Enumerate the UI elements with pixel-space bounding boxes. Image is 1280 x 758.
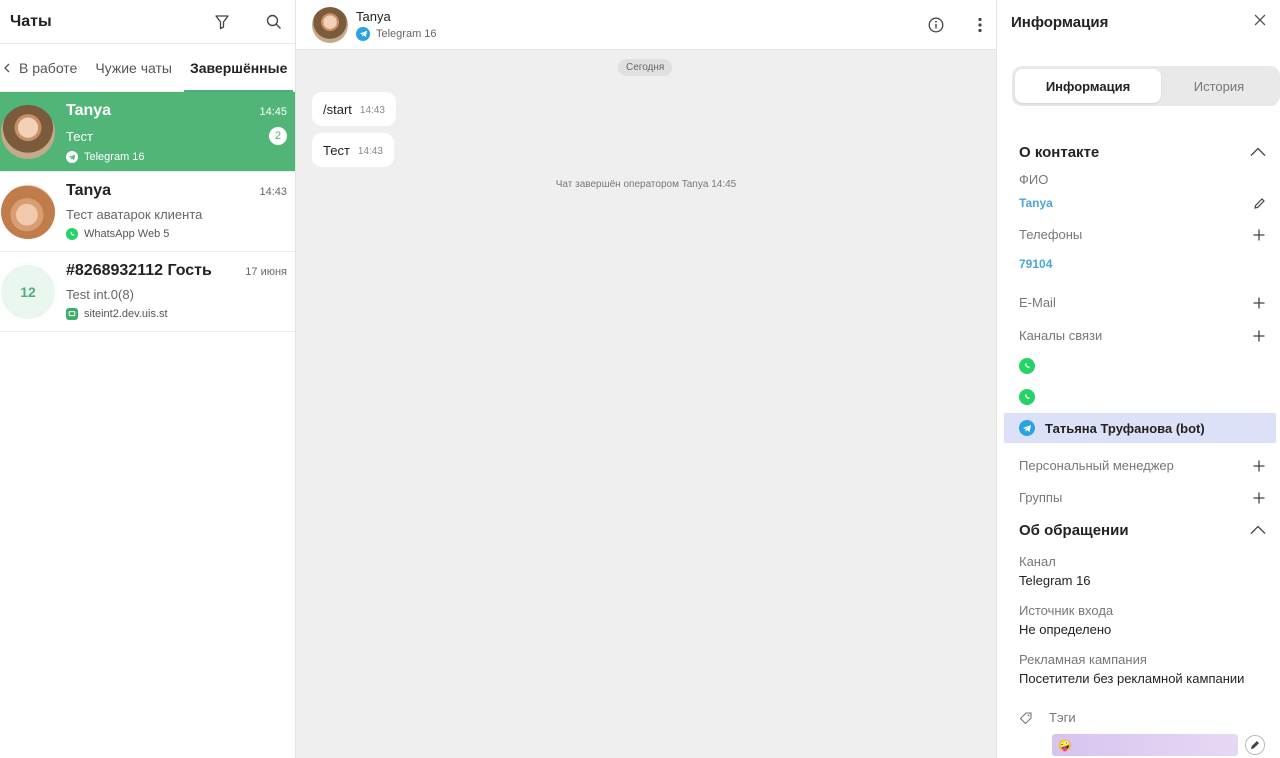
- tab-finished[interactable]: Завершённые: [181, 44, 296, 92]
- tag-chip[interactable]: 🤪: [1052, 734, 1238, 756]
- groups-label: Группы: [1019, 490, 1063, 505]
- chat-preview: Тест: [66, 128, 93, 144]
- chats-title: Чаты: [10, 12, 52, 30]
- chat-preview: Тест аватарок клиента: [66, 207, 203, 222]
- chevron-up-icon[interactable]: [1250, 144, 1266, 161]
- fio-row: Tanya: [1019, 196, 1266, 210]
- tag-icon: [1019, 711, 1033, 725]
- more-vertical-icon[interactable]: [978, 17, 982, 33]
- tab-history[interactable]: История: [1161, 69, 1277, 103]
- message-time: 14:43: [359, 105, 385, 116]
- add-group-plus-icon[interactable]: [1252, 491, 1266, 505]
- avatar: [1, 105, 55, 159]
- info-header: Информация: [997, 0, 1280, 44]
- section-title: О контакте: [1019, 144, 1100, 161]
- conversation-header: Tanya Telegram 16: [296, 0, 996, 50]
- avatar: 12: [1, 265, 55, 319]
- channel-item[interactable]: Татьяна Труфанова (bot): [1004, 413, 1276, 443]
- add-email-plus-icon[interactable]: [1252, 296, 1266, 310]
- campaign-value: Посетители без рекламной кампании: [1019, 671, 1245, 686]
- section-about-request[interactable]: Об обращении: [1019, 522, 1266, 539]
- phones-row: Телефоны: [1019, 227, 1266, 242]
- campaign-label: Рекламная кампания: [1019, 652, 1147, 667]
- contact-channel: Telegram 16: [376, 27, 437, 40]
- chat-preview: Test int.0(8): [66, 287, 134, 302]
- whatsapp-icon: [1019, 389, 1035, 405]
- fio-value[interactable]: Tanya: [1019, 196, 1053, 210]
- telegram-icon: [356, 26, 370, 41]
- contact-name: Tanya: [356, 8, 391, 24]
- avatar[interactable]: [312, 6, 348, 43]
- pencil-icon[interactable]: [1245, 735, 1265, 755]
- info-title: Информация: [1011, 13, 1109, 31]
- chat-time: 17 июня: [245, 266, 287, 278]
- telegram-icon: [1019, 420, 1035, 436]
- tags-row: Тэги: [1019, 710, 1266, 725]
- chat-time: 14:43: [259, 186, 287, 198]
- chat-list-item[interactable]: 12 #8268932112 Гость 17 июня Test int.0(…: [0, 252, 295, 332]
- chat-name: Tanya: [66, 102, 112, 119]
- chat-time: 14:45: [259, 106, 287, 118]
- chat-name: Tanya: [66, 182, 112, 199]
- close-icon[interactable]: [1254, 13, 1266, 31]
- info-panel: Информация Информация История О контакте…: [996, 0, 1280, 758]
- tag-value: 🤪: [1058, 739, 1072, 752]
- chat-name: #8268932112 Гость: [66, 262, 212, 279]
- message-text: Тест: [323, 142, 350, 158]
- avatar: [1, 185, 55, 239]
- chevron-up-icon[interactable]: [1250, 522, 1266, 539]
- section-title: Об обращении: [1019, 522, 1129, 539]
- channels-label: Каналы связи: [1019, 328, 1103, 343]
- email-row: E-Mail: [1019, 295, 1266, 310]
- channel-item[interactable]: [1004, 382, 1276, 412]
- message-time: 14:43: [357, 146, 383, 157]
- chat-tabs: В работе Чужие чаты Завершённые: [0, 44, 295, 92]
- unread-badge: 2: [269, 127, 287, 145]
- search-icon[interactable]: [263, 11, 285, 33]
- chat-list-item[interactable]: Tanya 14:45 Тест 2 Telegram 16: [0, 92, 295, 172]
- add-manager-plus-icon[interactable]: [1252, 459, 1266, 473]
- channel-name: Татьяна Труфанова (bot): [1045, 420, 1205, 436]
- site-chat-icon: [66, 308, 78, 320]
- manager-row: Персональный менеджер: [1019, 458, 1266, 473]
- info-icon[interactable]: [928, 17, 944, 33]
- telegram-icon: [66, 151, 78, 163]
- chat-channel: siteint2.dev.uis.st: [84, 308, 168, 320]
- tab-others-chats[interactable]: Чужие чаты: [86, 44, 181, 92]
- tab-in-progress[interactable]: В работе: [10, 44, 86, 92]
- message-bubble[interactable]: Тест 14:43: [312, 133, 394, 167]
- chat-list-item[interactable]: Tanya 14:43 Тест аватарок клиента WhatsA…: [0, 172, 295, 252]
- conversation-panel: Tanya Telegram 16 Сегодня /start 14:43 Т…: [296, 0, 996, 758]
- chat-channel: WhatsApp Web 5: [84, 228, 170, 240]
- tags-label: Тэги: [1049, 710, 1076, 725]
- channel-item[interactable]: [1004, 351, 1276, 381]
- message-text: /start: [323, 101, 352, 117]
- email-label: E-Mail: [1019, 295, 1056, 310]
- groups-row: Группы: [1019, 490, 1266, 505]
- fio-label: ФИО: [1019, 172, 1049, 187]
- system-message: Чат завершён оператором Tanya 14:45: [555, 179, 737, 190]
- channel-value: Telegram 16: [1019, 573, 1091, 588]
- manager-label: Персональный менеджер: [1019, 458, 1174, 473]
- add-phone-plus-icon[interactable]: [1252, 228, 1266, 242]
- message-bubble[interactable]: /start 14:43: [312, 92, 396, 126]
- source-label: Источник входа: [1019, 603, 1114, 618]
- chats-panel: Чаты В работе Чужие чаты Завершённые Tan…: [0, 0, 296, 758]
- pencil-icon[interactable]: [1252, 196, 1266, 210]
- info-segmented-control: Информация История: [1012, 66, 1280, 106]
- phones-label: Телефоны: [1019, 227, 1083, 242]
- filter-icon[interactable]: [211, 11, 233, 33]
- chats-header: Чаты: [0, 0, 295, 44]
- whatsapp-icon: [66, 228, 78, 240]
- phone-value[interactable]: 79104: [1019, 257, 1266, 271]
- chat-channel: Telegram 16: [84, 151, 145, 163]
- section-about-contact[interactable]: О контакте: [1019, 144, 1266, 161]
- date-separator: Сегодня: [618, 59, 673, 76]
- source-value: Не определено: [1019, 622, 1112, 637]
- channels-row: Каналы связи: [1019, 328, 1266, 343]
- add-channel-plus-icon[interactable]: [1252, 329, 1266, 343]
- tab-information[interactable]: Информация: [1015, 69, 1161, 103]
- channel-label: Канал: [1019, 554, 1056, 569]
- whatsapp-icon: [1019, 358, 1035, 374]
